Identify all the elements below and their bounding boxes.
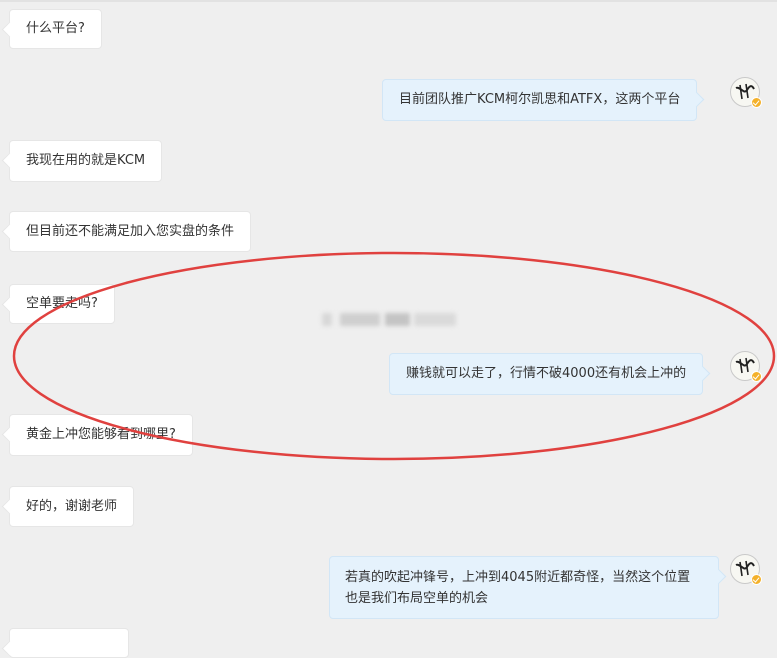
message-text: 赚钱就可以走了，行情不破4000还有机会上冲的	[406, 366, 687, 381]
outgoing-message-bubble[interactable]: 若真的吹起冲锋号，上冲到4045附近都奇怪，当然这个位置也是我们布局空单的机会	[329, 556, 719, 619]
incoming-message-bubble[interactable]: 好的，谢谢老师	[9, 486, 135, 527]
message-text: 目前团队推广KCM柯尔凯思和ATFX，这两个平台	[399, 92, 681, 107]
incoming-message-bubble[interactable]: 我现在用的就是KCM	[9, 140, 163, 182]
sender-avatar[interactable]	[730, 351, 762, 382]
incoming-message-bubble[interactable]: 但目前还不能满足加入您实盘的条件	[9, 211, 252, 252]
incoming-message-bubble[interactable]: 黄金上冲您能够看到哪里?	[9, 414, 193, 456]
verified-badge-icon	[751, 97, 762, 108]
top-divider	[0, 0, 777, 2]
outgoing-message-bubble[interactable]: 目前团队推广KCM柯尔凯思和ATFX，这两个平台	[382, 79, 698, 121]
verified-badge-icon	[751, 371, 762, 382]
message-text: 但目前还不能满足加入您实盘的条件	[26, 223, 235, 239]
message-text: 好的，谢谢老师	[26, 498, 118, 514]
message-text: 若真的吹起冲锋号，上冲到4045附近都奇怪，当然这个位置也是我们布局空单的机会	[345, 569, 691, 606]
message-text: 空单要走吗?	[26, 296, 98, 311]
sender-avatar[interactable]	[730, 554, 762, 585]
outgoing-message-bubble[interactable]: 赚钱就可以走了，行情不破4000还有机会上冲的	[389, 353, 704, 395]
message-text: 什么平台?	[26, 21, 85, 36]
message-text: 我现在用的就是KCM	[26, 153, 146, 168]
incoming-message-bubble[interactable]: 什么平台?	[9, 9, 102, 49]
verified-badge-icon	[751, 574, 762, 585]
incoming-message-bubble[interactable]: 空单要走吗?	[9, 284, 115, 324]
sender-avatar[interactable]	[730, 77, 762, 108]
incoming-message-bubble-partial[interactable]	[9, 628, 129, 658]
message-text: 黄金上冲您能够看到哪里?	[26, 427, 176, 442]
